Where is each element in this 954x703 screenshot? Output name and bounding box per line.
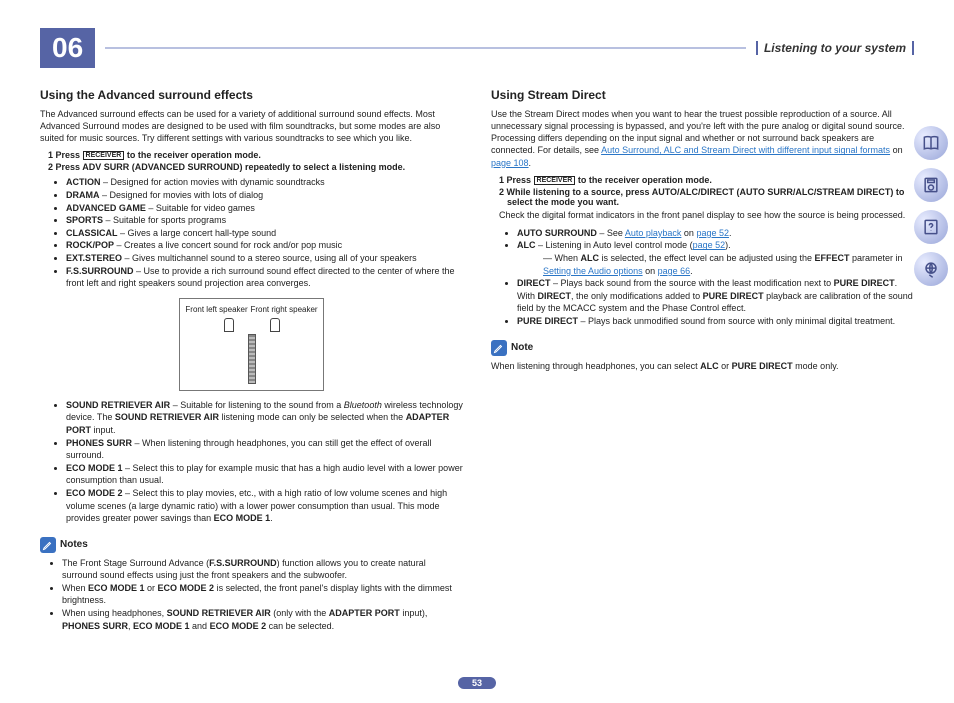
mode-auto-surround: AUTO SURROUND – See Auto playback on pag… xyxy=(517,227,914,240)
list-item: DRAMA – Designed for movies with lots of… xyxy=(66,189,463,202)
right-column: Using Stream Direct Use the Stream Direc… xyxy=(491,82,914,632)
step-1-right: 1 Press RECEIVER to the receiver operati… xyxy=(499,175,914,185)
link-page-66[interactable]: page 66 xyxy=(658,266,691,276)
side-nav-icons xyxy=(914,126,948,286)
notes-badge: Notes xyxy=(40,537,88,553)
note-body-right: When listening through headphones, you c… xyxy=(491,360,914,372)
list-item: ADVANCED GAME – Suitable for video games xyxy=(66,202,463,215)
list-item: The Front Stage Surround Advance (F.S.SU… xyxy=(62,557,463,582)
intro-text: The Advanced surround effects can be use… xyxy=(40,108,463,144)
link-auto-surround-formats[interactable]: Auto Surround, ALC and Stream Direct wit… xyxy=(601,145,890,155)
fig-label-left: Front left speaker xyxy=(185,305,247,314)
speaker-figure: Front left speaker Front right speaker xyxy=(179,298,324,391)
notes-list: The Front Stage Surround Advance (F.S.SU… xyxy=(62,557,463,633)
chapter-number: 06 xyxy=(40,28,95,68)
step-2: 2 Press ADV SURR (ADVANCED SURROUND) rep… xyxy=(48,162,463,172)
list-item: ACTION – Designed for action movies with… xyxy=(66,176,463,189)
mode-alc: ALC – Listening in Auto level control mo… xyxy=(517,239,914,277)
nav-help-icon[interactable] xyxy=(914,210,948,244)
link-auto-playback[interactable]: Auto playback xyxy=(625,228,682,238)
step-2-desc: Check the digital format indicators in t… xyxy=(499,209,914,221)
link-page-52b[interactable]: page 52 xyxy=(693,240,726,250)
step-1: 1 Press RECEIVER to the receiver operati… xyxy=(48,150,463,160)
mode-list-2: SOUND RETRIEVER AIR – Suitable for liste… xyxy=(66,399,463,525)
speaker-left-icon xyxy=(224,318,234,332)
page-number: 53 xyxy=(458,677,496,689)
heading-advanced-surround: Using the Advanced surround effects xyxy=(40,88,463,102)
list-item: ECO MODE 2 – Select this to play movies,… xyxy=(66,487,463,525)
link-page-108[interactable]: page 108 xyxy=(491,158,529,168)
list-item: When ECO MODE 1 or ECO MODE 2 is selecte… xyxy=(62,582,463,607)
nav-device-icon[interactable] xyxy=(914,168,948,202)
mode-pure-direct: PURE DIRECT – Plays back unmodified soun… xyxy=(517,315,914,328)
list-item: F.S.SURROUND – Use to provide a rich sur… xyxy=(66,265,463,290)
link-page-52a[interactable]: page 52 xyxy=(696,228,729,238)
list-item: EXT.STEREO – Gives multichannel sound to… xyxy=(66,252,463,265)
header-banner: 06 Listening to your system xyxy=(40,28,914,68)
list-item: ECO MODE 1 – Select this to play for exa… xyxy=(66,462,463,487)
alc-subnote: When ALC is selected, the effect level c… xyxy=(543,252,914,277)
speaker-right-icon xyxy=(270,318,280,332)
note-badge-right: Note xyxy=(491,340,533,356)
list-item: SPORTS – Suitable for sports programs xyxy=(66,214,463,227)
list-item: SOUND RETRIEVER AIR – Suitable for liste… xyxy=(66,399,463,437)
nav-globe-icon[interactable] xyxy=(914,252,948,286)
section-title: Listening to your system xyxy=(756,41,914,55)
step-2-right: 2 While listening to a source, press AUT… xyxy=(499,187,914,207)
list-item: PHONES SURR – When listening through hea… xyxy=(66,437,463,462)
heading-stream-direct: Using Stream Direct xyxy=(491,88,914,102)
mode-direct: DIRECT – Plays back sound from the sourc… xyxy=(517,277,914,315)
mode-list-1: ACTION – Designed for action movies with… xyxy=(66,176,463,289)
fig-label-right: Front right speaker xyxy=(250,305,317,314)
left-column: Using the Advanced surround effects The … xyxy=(40,82,463,632)
list-item: CLASSICAL – Gives a large concert hall-t… xyxy=(66,227,463,240)
banner-rule xyxy=(105,47,746,49)
center-speaker-icon xyxy=(248,334,256,384)
pencil-icon xyxy=(491,340,507,356)
list-item: When using headphones, SOUND RETRIEVER A… xyxy=(62,607,463,632)
link-audio-options[interactable]: Setting the Audio options xyxy=(543,266,643,276)
nav-book-icon[interactable] xyxy=(914,126,948,160)
pencil-icon xyxy=(40,537,56,553)
mode-list-right: AUTO SURROUND – See Auto playback on pag… xyxy=(517,227,914,328)
intro-text-right: Use the Stream Direct modes when you wan… xyxy=(491,108,914,169)
list-item: ROCK/POP – Creates a live concert sound … xyxy=(66,239,463,252)
